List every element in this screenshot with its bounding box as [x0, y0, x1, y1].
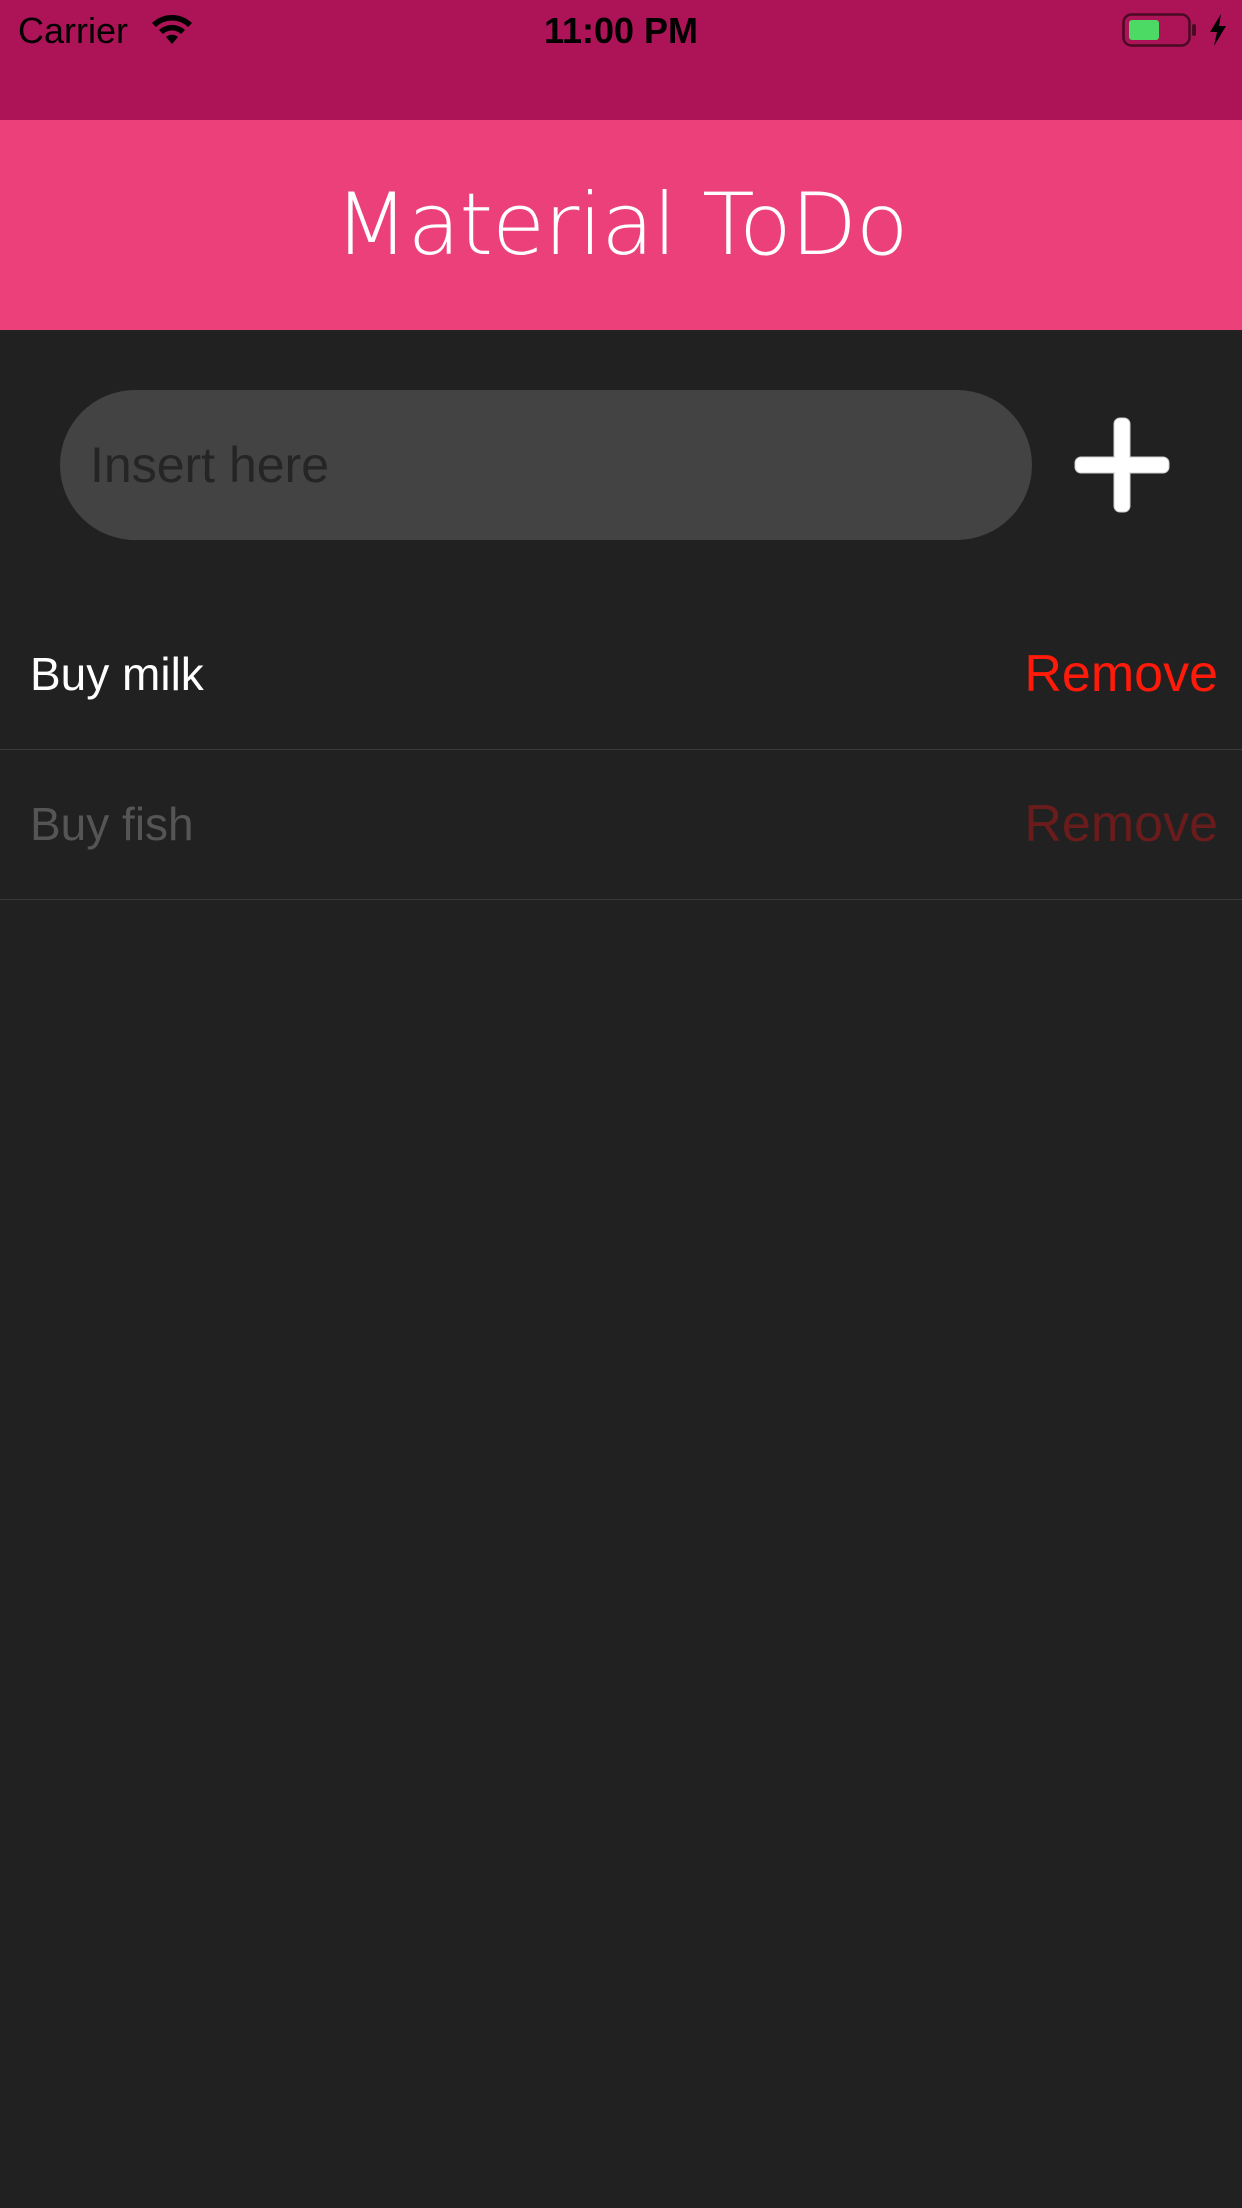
charging-bolt-icon	[1210, 14, 1226, 46]
todo-label: Buy milk	[30, 648, 204, 700]
todo-input-container	[60, 390, 1032, 540]
battery-icon	[1122, 13, 1196, 47]
status-time: 11:00 PM	[543, 10, 699, 51]
plus-icon[interactable]	[1070, 410, 1174, 520]
todo-input[interactable]	[90, 390, 1000, 540]
todo-label: Buy fish	[30, 798, 194, 850]
todo-row[interactable]: Buy fish Remove	[0, 750, 1242, 900]
app-title: Material ToDo	[334, 175, 908, 275]
remove-button[interactable]: Remove	[1024, 750, 1218, 899]
status-bar: Carrier 11:00 PM	[0, 0, 1242, 120]
todo-list: Buy milk Remove Buy fish Remove	[0, 600, 1242, 900]
app-screen: Carrier 11:00 PM Material ToDo Buy milk	[0, 0, 1242, 2208]
todo-row[interactable]: Buy milk Remove	[0, 600, 1242, 750]
app-bar: Material ToDo	[0, 120, 1242, 330]
remove-button[interactable]: Remove	[1024, 600, 1218, 749]
